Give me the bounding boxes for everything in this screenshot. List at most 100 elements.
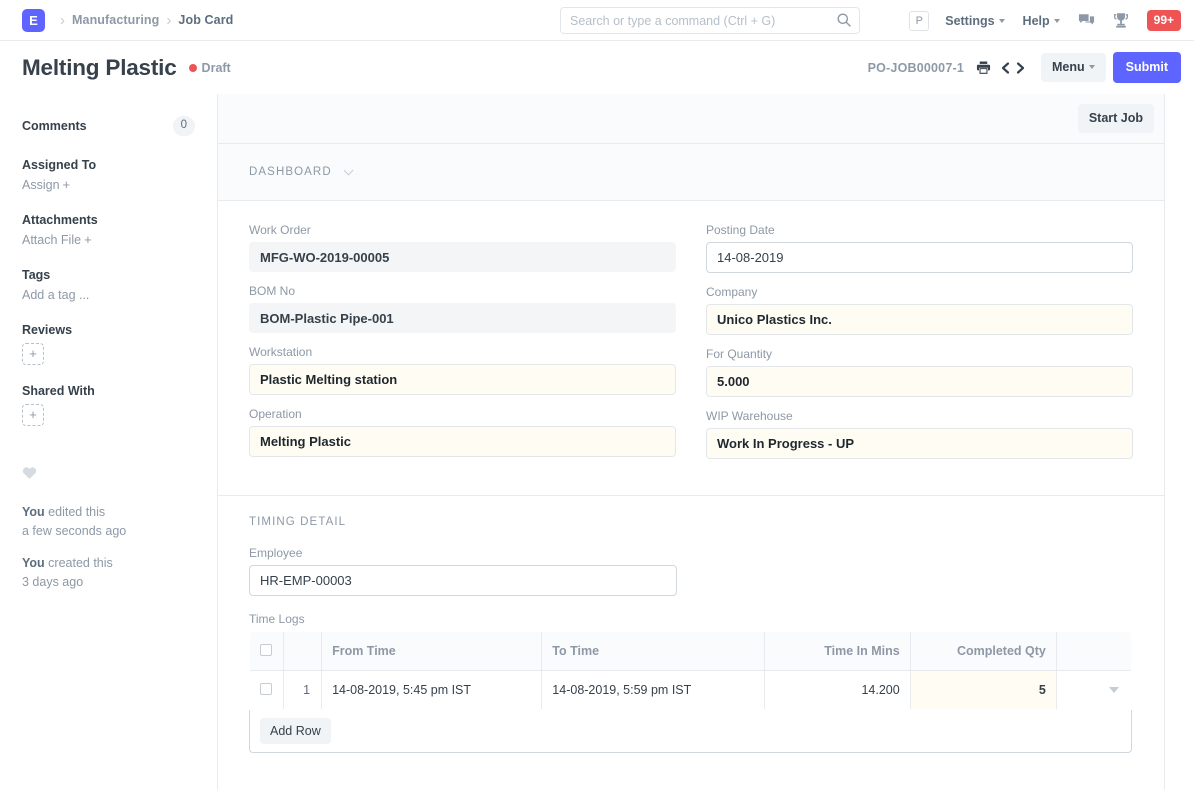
operation-label: Operation xyxy=(249,407,676,421)
form-toolbar: Start Job xyxy=(218,94,1164,144)
previous-document-icon[interactable] xyxy=(999,61,1013,75)
search-input[interactable] xyxy=(560,7,860,34)
attach-file-label: Attach File xyxy=(22,233,81,247)
row-select-cell xyxy=(250,671,284,710)
history-time: 3 days ago xyxy=(22,573,195,592)
bom-no-value[interactable]: BOM-Plastic Pipe-001 xyxy=(249,303,676,333)
menu-button[interactable]: Menu xyxy=(1041,53,1106,82)
row-expand-cell xyxy=(1056,671,1131,710)
trophy-icon[interactable] xyxy=(1113,12,1129,29)
wip-warehouse-input[interactable]: Work In Progress - UP xyxy=(706,428,1133,459)
time-in-mins-header[interactable]: Time In Mins xyxy=(764,632,910,671)
posting-date-input[interactable]: 14-08-2019 xyxy=(706,242,1133,273)
company-label: Company xyxy=(706,285,1133,299)
start-job-button[interactable]: Start Job xyxy=(1078,104,1154,133)
global-search xyxy=(560,7,860,34)
company-input[interactable]: Unico Plastics Inc. xyxy=(706,304,1133,335)
form-card: Start Job DASHBOARD Work Order MFG-WO-20… xyxy=(218,94,1165,790)
cell-time-in-mins[interactable]: 14.200 xyxy=(764,671,910,710)
posting-date-label: Posting Date xyxy=(706,223,1133,237)
from-time-header[interactable]: From Time xyxy=(322,632,542,671)
submit-button[interactable]: Submit xyxy=(1113,52,1181,83)
chat-icon[interactable] xyxy=(1078,12,1095,29)
attachments-label: Attachments xyxy=(22,213,195,227)
wip-warehouse-label: WIP Warehouse xyxy=(706,409,1133,423)
next-document-icon[interactable] xyxy=(1013,61,1027,75)
add-tag-input[interactable]: Add a tag ... xyxy=(22,288,89,302)
employee-label: Employee xyxy=(249,546,677,560)
employee-input[interactable]: HR-EMP-00003 xyxy=(249,565,677,596)
navbar-right-actions: P Settings Help 99+ xyxy=(909,0,1181,41)
select-all-header xyxy=(250,632,284,671)
field-workstation: Workstation Plastic Melting station xyxy=(249,345,676,395)
comments-count: 0 xyxy=(173,116,195,136)
breadcrumb-item-manufacturing[interactable]: Manufacturing xyxy=(72,13,159,27)
attach-file-button[interactable]: Attach File+ xyxy=(22,233,92,247)
search-icon[interactable] xyxy=(836,12,852,28)
workstation-label: Workstation xyxy=(249,345,676,359)
cell-completed-qty[interactable]: 5 xyxy=(910,671,1056,710)
field-wip-warehouse: WIP Warehouse Work In Progress - UP xyxy=(706,409,1133,459)
field-work-order: Work Order MFG-WO-2019-00005 xyxy=(249,223,676,272)
reviews-label: Reviews xyxy=(22,323,195,337)
chevron-down-icon[interactable] xyxy=(1109,687,1119,693)
breadcrumb-item-job-card[interactable]: Job Card xyxy=(178,13,233,27)
sidebar-section-reviews: Reviews + xyxy=(22,323,195,365)
breadcrumb-separator-icon: › xyxy=(60,13,65,28)
page-header-actions: PO-JOB00007-1 Menu Submit xyxy=(868,41,1181,94)
add-row-button[interactable]: Add Row xyxy=(260,718,331,744)
field-for-quantity: For Quantity 5.000 xyxy=(706,347,1133,397)
for-quantity-label: For Quantity xyxy=(706,347,1133,361)
form-column-right: Posting Date 14-08-2019 Company Unico Pl… xyxy=(706,223,1133,471)
row-index: 1 xyxy=(284,671,322,710)
page-body: Comments 0 Assigned To Assign+ Attachmen… xyxy=(0,94,1194,790)
sidebar-section-shared-with: Shared With + xyxy=(22,384,195,426)
help-menu[interactable]: Help xyxy=(1023,14,1060,28)
field-company: Company Unico Plastics Inc. xyxy=(706,285,1133,335)
add-share-button[interactable]: + xyxy=(22,404,44,426)
select-all-checkbox[interactable] xyxy=(260,644,272,656)
for-quantity-input[interactable]: 5.000 xyxy=(706,366,1133,397)
operation-input[interactable]: Melting Plastic xyxy=(249,426,676,457)
add-review-button[interactable]: + xyxy=(22,343,44,365)
shared-with-label: Shared With xyxy=(22,384,195,398)
app-logo[interactable]: E xyxy=(22,9,45,32)
table-row[interactable]: 1 14-08-2019, 5:45 pm IST 14-08-2019, 5:… xyxy=(250,671,1132,710)
completed-qty-header[interactable]: Completed Qty xyxy=(910,632,1056,671)
form-column-left: Work Order MFG-WO-2019-00005 BOM No BOM-… xyxy=(249,223,676,471)
work-order-value[interactable]: MFG-WO-2019-00005 xyxy=(249,242,676,272)
like-heart-icon[interactable] xyxy=(22,466,195,485)
cell-to-time[interactable]: 14-08-2019, 5:59 pm IST xyxy=(542,671,764,710)
notification-badge[interactable]: 99+ xyxy=(1147,10,1181,31)
chevron-down-icon xyxy=(1054,19,1060,23)
sidebar-item-comments[interactable]: Comments 0 xyxy=(22,116,195,136)
breadcrumb-separator-icon: › xyxy=(166,13,171,28)
tags-label: Tags xyxy=(22,268,195,282)
settings-menu[interactable]: Settings xyxy=(945,14,1004,28)
assign-button[interactable]: Assign+ xyxy=(22,178,70,192)
sidebar: Comments 0 Assigned To Assign+ Attachmen… xyxy=(0,94,218,790)
row-index-header xyxy=(284,632,322,671)
field-operation: Operation Melting Plastic xyxy=(249,407,676,457)
sidebar-section-assigned-to: Assigned To Assign+ xyxy=(22,158,195,194)
page-header: Melting Plastic Draft PO-JOB00007-1 Menu… xyxy=(0,41,1194,94)
chevron-down-icon xyxy=(1089,65,1095,69)
to-time-header[interactable]: To Time xyxy=(542,632,764,671)
dashboard-section-header[interactable]: DASHBOARD xyxy=(218,144,1164,201)
dashboard-section-label: DASHBOARD xyxy=(249,166,332,178)
avatar[interactable]: P xyxy=(909,11,929,31)
workstation-input[interactable]: Plastic Melting station xyxy=(249,364,676,395)
cell-from-time[interactable]: 14-08-2019, 5:45 pm IST xyxy=(322,671,542,710)
timing-detail-section: TIMING DETAIL Employee HR-EMP-00003 Time… xyxy=(218,496,1164,753)
plus-icon: + xyxy=(63,177,71,192)
work-order-label: Work Order xyxy=(249,223,676,237)
sidebar-section-attachments: Attachments Attach File+ xyxy=(22,213,195,249)
status-badge: Draft xyxy=(202,61,231,75)
chevron-down-icon xyxy=(343,166,353,176)
history-action: created this xyxy=(45,556,113,570)
row-checkbox[interactable] xyxy=(260,683,272,695)
print-icon[interactable] xyxy=(976,60,991,75)
time-logs-grid: From Time To Time Time In Mins Completed… xyxy=(249,631,1133,753)
timing-detail-label: TIMING DETAIL xyxy=(249,516,1133,528)
top-navbar: E › Manufacturing › Job Card P Settings … xyxy=(0,0,1194,41)
